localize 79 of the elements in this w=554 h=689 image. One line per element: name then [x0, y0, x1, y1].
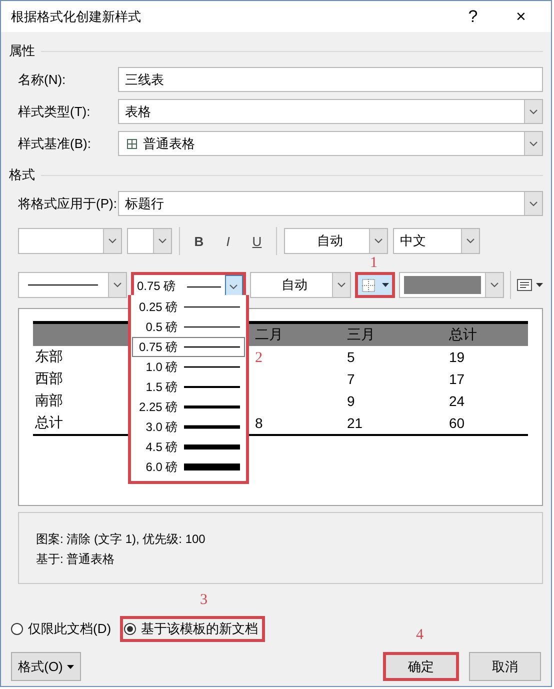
line-width-option[interactable]: 1.5 磅 [132, 377, 245, 397]
help-button[interactable]: ? [453, 2, 493, 30]
line-width-option[interactable]: 0.5 磅 [132, 317, 245, 337]
underline-button[interactable]: U [245, 229, 269, 253]
annotation-number: 1 [370, 255, 378, 272]
line-style-combo[interactable] [18, 272, 127, 298]
chevron-icon [108, 238, 117, 244]
name-field[interactable]: 三线表 [118, 67, 543, 92]
table-cell-text: 24 [448, 392, 466, 411]
line-width-option[interactable]: 4.5 磅 [132, 437, 245, 457]
line-sample-icon [184, 403, 240, 411]
field-label: 将格式应用于(P): [18, 194, 118, 212]
line-width-option[interactable]: 6.0 磅 [132, 457, 245, 477]
table-header-cell: 总计 [447, 324, 528, 346]
table-cell-text: 南部 [34, 391, 64, 410]
chevron-icon [466, 238, 475, 244]
border-button[interactable] [355, 272, 396, 298]
border-color-combo[interactable]: 自动 [250, 272, 352, 298]
table-cell-text: 7 [346, 370, 356, 389]
table-header-cell: 三月 [345, 324, 447, 346]
close-button[interactable]: × [501, 2, 541, 30]
caret-icon [66, 664, 74, 668]
table-cell-text: 西部 [34, 369, 64, 388]
field-label: 样式类型(T): [18, 102, 92, 120]
line-sample-icon [184, 443, 240, 451]
line-width-option[interactable]: 1.0 磅 [132, 357, 245, 377]
line-sample-icon [184, 383, 240, 391]
chevron-icon [490, 282, 500, 288]
line-width-option[interactable]: 0.25 磅 [132, 297, 245, 317]
line-width-option[interactable]: 2.25 磅 [132, 397, 245, 417]
border-grid-icon [362, 278, 375, 292]
select-field[interactable]: 表格 [118, 99, 543, 124]
chevron-icon [229, 284, 238, 290]
chevron-icon [374, 238, 383, 244]
chevron-icon [337, 282, 346, 288]
format-menu-button[interactable]: 格式(O) [11, 652, 81, 681]
section-heading: 格式 [9, 166, 35, 184]
scope-radio[interactable]: 仅限此文档(D) [9, 618, 116, 640]
field-label: 样式基准(B): [18, 134, 92, 152]
table-cell-text: 总计 [34, 413, 64, 432]
line-sample-icon [184, 423, 240, 431]
select-field[interactable]: 标题行 [118, 191, 543, 216]
line-sample-icon [184, 463, 240, 471]
table-cell-text: 9 [346, 392, 356, 411]
alignment-button[interactable] [517, 279, 543, 291]
field-label: 名称(N): [18, 70, 67, 88]
annotation-number: 4 [416, 627, 424, 644]
font-color-combo[interactable]: 自动 [284, 228, 388, 254]
table-cell-text: 东部 [34, 347, 64, 366]
annotation-number: 2 [254, 350, 262, 367]
chevron-icon [529, 108, 538, 114]
chevron-icon [529, 200, 538, 206]
cancel-button[interactable]: 取消 [469, 652, 541, 681]
annotation-number: 3 [200, 592, 208, 609]
chevron-icon [158, 238, 167, 244]
table-cell-text: 8 [254, 414, 264, 433]
table-cell-text: 60 [448, 414, 466, 433]
language-combo[interactable]: 中文 [393, 228, 480, 254]
line-width-option[interactable]: 3.0 磅 [132, 417, 245, 437]
select-field[interactable]: 普通表格 [118, 131, 543, 156]
caret-icon [382, 283, 389, 287]
table-cell-text: 19 [448, 348, 466, 367]
shading-combo[interactable] [399, 272, 504, 298]
paragraph-icon [517, 279, 532, 291]
chevron-icon [529, 140, 538, 146]
table-cell-text: 21 [346, 414, 364, 433]
caret-icon [536, 283, 543, 287]
bold-button[interactable]: B [187, 229, 211, 253]
table-cell-text: 5 [346, 348, 356, 367]
table-header-cell: 二月 [253, 324, 345, 346]
line-width-option[interactable]: 0.75 磅 [132, 337, 245, 357]
window-title: 根据格式化创建新样式 [11, 8, 142, 26]
section-heading: 属性 [9, 42, 35, 60]
description-text: 图案: 清除 (文字 1), 优先级: 100 [36, 531, 206, 548]
table-icon [127, 138, 137, 148]
table-cell-text: 17 [448, 370, 466, 389]
chevron-icon [112, 282, 122, 288]
description-text: 基于: 普通表格 [36, 551, 116, 568]
italic-button[interactable]: I [216, 229, 240, 253]
